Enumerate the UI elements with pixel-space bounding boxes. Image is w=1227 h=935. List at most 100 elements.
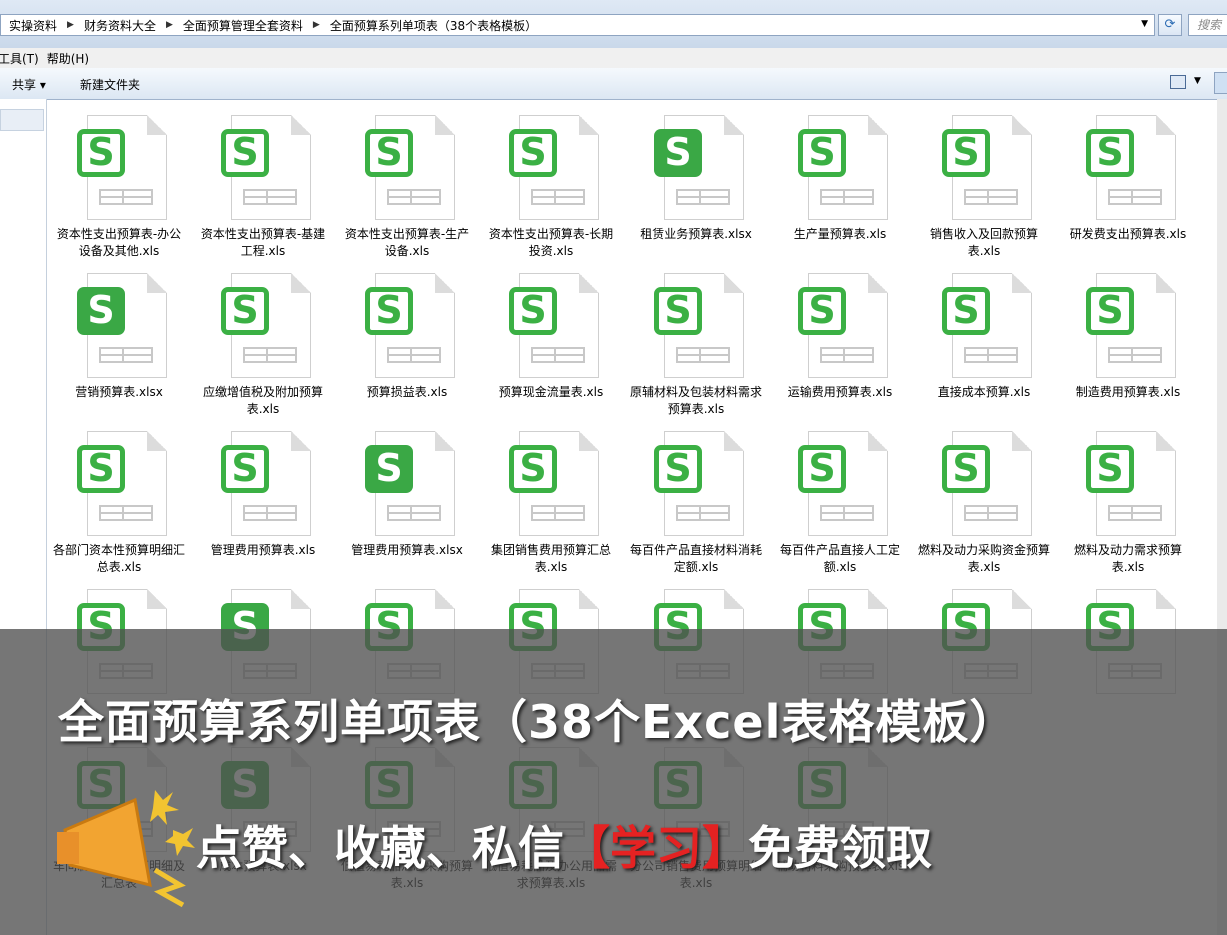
spreadsheet-file-icon: S bbox=[798, 115, 888, 220]
file-item[interactable]: S 生产量预算表.xls bbox=[768, 99, 912, 254]
banner-sub-text: 点赞、收藏、私信 bbox=[196, 821, 564, 875]
wps-s-logo-icon: S bbox=[77, 129, 125, 177]
file-item[interactable]: S 租赁业务预算表.xlsx bbox=[624, 99, 768, 254]
file-name: 燃料及动力需求预算表.xls bbox=[1073, 543, 1182, 574]
file-item[interactable]: S 各部门资本性预算明细汇总表.xls bbox=[47, 415, 191, 574]
file-item[interactable]: S 应缴增值税及附加预算表.xls bbox=[191, 257, 335, 416]
file-item[interactable]: S 燃料及动力采购资金预算表.xls bbox=[912, 415, 1056, 574]
breadcrumb[interactable]: 实操资料 ▶ 财务资料大全 ▶ 全面预算管理全套资料 ▶ 全面预算系列单项表（3… bbox=[0, 14, 1155, 36]
wps-s-logo-icon: S bbox=[942, 445, 990, 493]
wps-s-logo-icon: S bbox=[654, 129, 702, 177]
file-name: 每百件产品直接材料消耗定额.xls bbox=[630, 543, 763, 574]
menu-bar: 工具(T) 帮助(H) bbox=[0, 48, 1227, 68]
file-item[interactable]: S 直接成本预算.xls bbox=[912, 257, 1056, 412]
spreadsheet-file-icon: S bbox=[942, 431, 1032, 536]
wps-s-logo-icon: S bbox=[798, 287, 846, 335]
spreadsheet-file-icon: S bbox=[365, 431, 455, 536]
file-name: 资本性支出预算表-长期投资.xls bbox=[488, 227, 614, 258]
breadcrumb-item[interactable]: 财务资料大全 bbox=[76, 17, 160, 34]
refresh-button[interactable]: ⟳ bbox=[1158, 14, 1182, 36]
spreadsheet-file-icon: S bbox=[221, 273, 311, 378]
file-name: 燃料及动力采购资金预算表.xls bbox=[918, 543, 1051, 574]
file-item[interactable]: S 运输费用预算表.xls bbox=[768, 257, 912, 412]
new-folder-button[interactable]: 新建文件夹 bbox=[80, 76, 140, 93]
file-item[interactable]: S 每百件产品直接人工定额.xls bbox=[768, 415, 912, 574]
spreadsheet-file-icon: S bbox=[1086, 273, 1176, 378]
spreadsheet-file-icon: S bbox=[1086, 115, 1176, 220]
file-name: 资本性支出预算表-办公设备及其他.xls bbox=[56, 227, 182, 258]
file-name: 直接成本预算.xls bbox=[937, 385, 1031, 399]
menu-item-help[interactable]: 帮助(H) bbox=[47, 50, 97, 67]
nav-selected-item[interactable] bbox=[0, 109, 44, 131]
megaphone-icon bbox=[57, 790, 195, 908]
spreadsheet-file-icon: S bbox=[942, 273, 1032, 378]
spreadsheet-file-icon: S bbox=[221, 431, 311, 536]
search-input[interactable]: 搜索 bbox=[1188, 14, 1227, 36]
file-name: 资本性支出预算表-基建工程.xls bbox=[200, 227, 326, 258]
wps-s-logo-icon: S bbox=[365, 287, 413, 335]
wps-s-logo-icon: S bbox=[365, 129, 413, 177]
wps-s-logo-icon: S bbox=[221, 287, 269, 335]
file-name: 运输费用预算表.xls bbox=[787, 385, 893, 399]
breadcrumb-item[interactable]: 全面预算管理全套资料 bbox=[175, 17, 307, 34]
banner-sub-highlight: 【学习】 bbox=[564, 821, 748, 875]
spreadsheet-file-icon: S bbox=[798, 273, 888, 378]
wps-s-logo-icon: S bbox=[942, 129, 990, 177]
wps-s-logo-icon: S bbox=[509, 287, 557, 335]
spreadsheet-file-icon: S bbox=[509, 273, 599, 378]
file-item[interactable]: S 资本性支出预算表-基建工程.xls bbox=[191, 99, 335, 258]
file-name: 原辅材料及包装材料需求预算表.xls bbox=[630, 385, 763, 416]
chevron-down-icon[interactable]: ▼ bbox=[1194, 76, 1201, 86]
file-name: 租赁业务预算表.xlsx bbox=[640, 227, 752, 241]
chevron-down-icon[interactable]: ▼ bbox=[1141, 19, 1148, 29]
file-item[interactable]: S 资本性支出预算表-生产设备.xls bbox=[335, 99, 479, 258]
file-item[interactable]: S 原辅材料及包装材料需求预算表.xls bbox=[624, 257, 768, 416]
spreadsheet-file-icon: S bbox=[509, 115, 599, 220]
file-item[interactable]: S 燃料及动力需求预算表.xls bbox=[1056, 415, 1200, 574]
file-name: 集团销售费用预算汇总表.xls bbox=[490, 543, 611, 574]
spreadsheet-file-icon: S bbox=[1086, 431, 1176, 536]
share-button[interactable]: 共享 ▾ bbox=[12, 76, 46, 93]
spreadsheet-file-icon: S bbox=[365, 115, 455, 220]
file-name: 营销预算表.xlsx bbox=[75, 385, 163, 399]
file-item[interactable]: S 管理费用预算表.xlsx bbox=[335, 415, 479, 570]
file-name: 各部门资本性预算明细汇总表.xls bbox=[53, 543, 186, 574]
wps-s-logo-icon: S bbox=[1086, 445, 1134, 493]
wps-s-logo-icon: S bbox=[654, 287, 702, 335]
file-item[interactable]: S 销售收入及回款预算表.xls bbox=[912, 99, 1056, 258]
breadcrumb-separator-icon[interactable]: ▶ bbox=[61, 20, 76, 30]
file-name: 每百件产品直接人工定额.xls bbox=[779, 543, 900, 574]
file-item[interactable]: S 研发费支出预算表.xls bbox=[1056, 99, 1200, 254]
file-name: 预算现金流量表.xls bbox=[498, 385, 604, 399]
file-item[interactable]: S 预算现金流量表.xls bbox=[479, 257, 623, 412]
banner-sub-text: 免费领取 bbox=[748, 821, 932, 875]
file-name: 销售收入及回款预算表.xls bbox=[929, 227, 1038, 258]
file-name: 管理费用预算表.xlsx bbox=[351, 543, 463, 557]
breadcrumb-item[interactable]: 实操资料 bbox=[1, 17, 61, 34]
menu-item-tools[interactable]: 工具(T) bbox=[0, 50, 47, 67]
spreadsheet-file-icon: S bbox=[509, 431, 599, 536]
file-item[interactable]: S 管理费用预算表.xls bbox=[191, 415, 335, 570]
breadcrumb-separator-icon[interactable]: ▶ bbox=[160, 20, 175, 30]
spreadsheet-file-icon: S bbox=[365, 273, 455, 378]
file-item[interactable]: S 制造费用预算表.xls bbox=[1056, 257, 1200, 412]
wps-s-logo-icon: S bbox=[1086, 129, 1134, 177]
help-icon[interactable] bbox=[1214, 72, 1227, 94]
file-name: 应缴增值税及附加预算表.xls bbox=[202, 385, 323, 416]
file-item[interactable]: S 每百件产品直接材料消耗定额.xls bbox=[624, 415, 768, 574]
file-item[interactable]: S 资本性支出预算表-办公设备及其他.xls bbox=[47, 99, 191, 258]
breadcrumb-item[interactable]: 全面预算系列单项表（38个表格模板） bbox=[322, 17, 541, 34]
file-item[interactable]: S 营销预算表.xlsx bbox=[47, 257, 191, 412]
file-item[interactable]: S 预算损益表.xls bbox=[335, 257, 479, 412]
wps-s-logo-icon: S bbox=[77, 287, 125, 335]
file-name: 制造费用预算表.xls bbox=[1075, 385, 1181, 399]
wps-s-logo-icon: S bbox=[221, 129, 269, 177]
address-bar: 实操资料 ▶ 财务资料大全 ▶ 全面预算管理全套资料 ▶ 全面预算系列单项表（3… bbox=[0, 0, 1227, 48]
breadcrumb-separator-icon[interactable]: ▶ bbox=[307, 20, 322, 30]
spreadsheet-file-icon: S bbox=[77, 431, 167, 536]
file-item[interactable]: S 资本性支出预算表-长期投资.xls bbox=[479, 99, 623, 258]
view-options-icon[interactable] bbox=[1170, 75, 1186, 89]
spreadsheet-file-icon: S bbox=[654, 273, 744, 378]
wps-s-logo-icon: S bbox=[798, 129, 846, 177]
file-item[interactable]: S 集团销售费用预算汇总表.xls bbox=[479, 415, 623, 574]
